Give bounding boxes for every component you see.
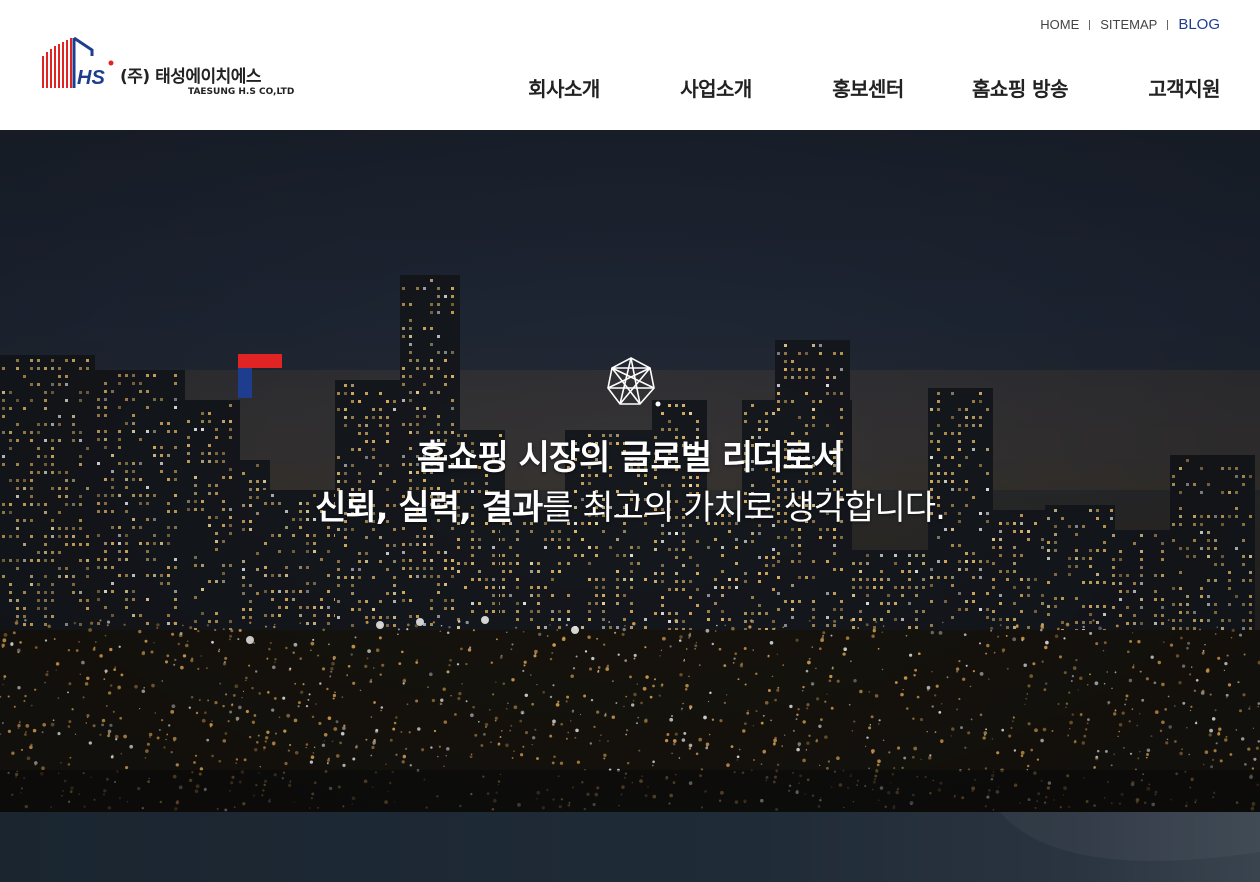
- site-header: HS (주) 태성에이치에스 TAESUNG H.S CO,LTD HOME S…: [0, 0, 1260, 130]
- util-separator: [1089, 19, 1091, 30]
- hero-subtitle-bold: 신뢰, 실력, 결과: [315, 488, 543, 528]
- logo-mark-text: HS: [77, 67, 105, 89]
- network-globe-icon: [607, 357, 661, 407]
- util-link-sitemap[interactable]: SITEMAP: [1100, 17, 1157, 32]
- hs-logo-icon: HS: [42, 36, 114, 89]
- corner-bracket-icon: [238, 354, 282, 398]
- hero-banner: 홈쇼핑 시장의 글로벌 리더로서 신뢰, 실력, 결과를 최고의 가치로 생각합…: [0, 130, 1260, 812]
- util-separator: [1167, 19, 1169, 30]
- company-name-kr: (주) 태성에이치에스: [120, 67, 262, 87]
- main-navigation: 회사소개 사업소개 홍보센터 홈쇼핑 방송 고객지원: [488, 72, 1220, 106]
- hero-subtitle: 신뢰, 실력, 결과를 최고의 가치로 생각합니다.: [0, 480, 1260, 529]
- next-section-strip: [0, 812, 1260, 882]
- nav-item-business[interactable]: 사업소개: [640, 72, 792, 106]
- util-link-blog[interactable]: BLOG: [1178, 16, 1220, 33]
- nav-item-homeshopping[interactable]: 홈쇼핑 방송: [944, 72, 1096, 106]
- util-link-home[interactable]: HOME: [1040, 17, 1079, 32]
- nav-item-company[interactable]: 회사소개: [488, 72, 640, 106]
- nav-item-support[interactable]: 고객지원: [1096, 72, 1220, 106]
- nav-item-pr-center[interactable]: 홍보센터: [792, 72, 944, 106]
- decorative-curve: [1000, 812, 1260, 861]
- utility-links: HOME SITEMAP BLOG: [1040, 16, 1220, 33]
- hero-title: 홈쇼핑 시장의 글로벌 리더로서: [416, 438, 844, 478]
- company-logo[interactable]: HS (주) 태성에이치에스 TAESUNG H.S CO,LTD: [40, 36, 300, 100]
- company-name-en: TAESUNG H.S CO,LTD: [188, 87, 295, 97]
- hero-subtitle-rest: 를 최고의 가치로 생각합니다.: [542, 488, 946, 528]
